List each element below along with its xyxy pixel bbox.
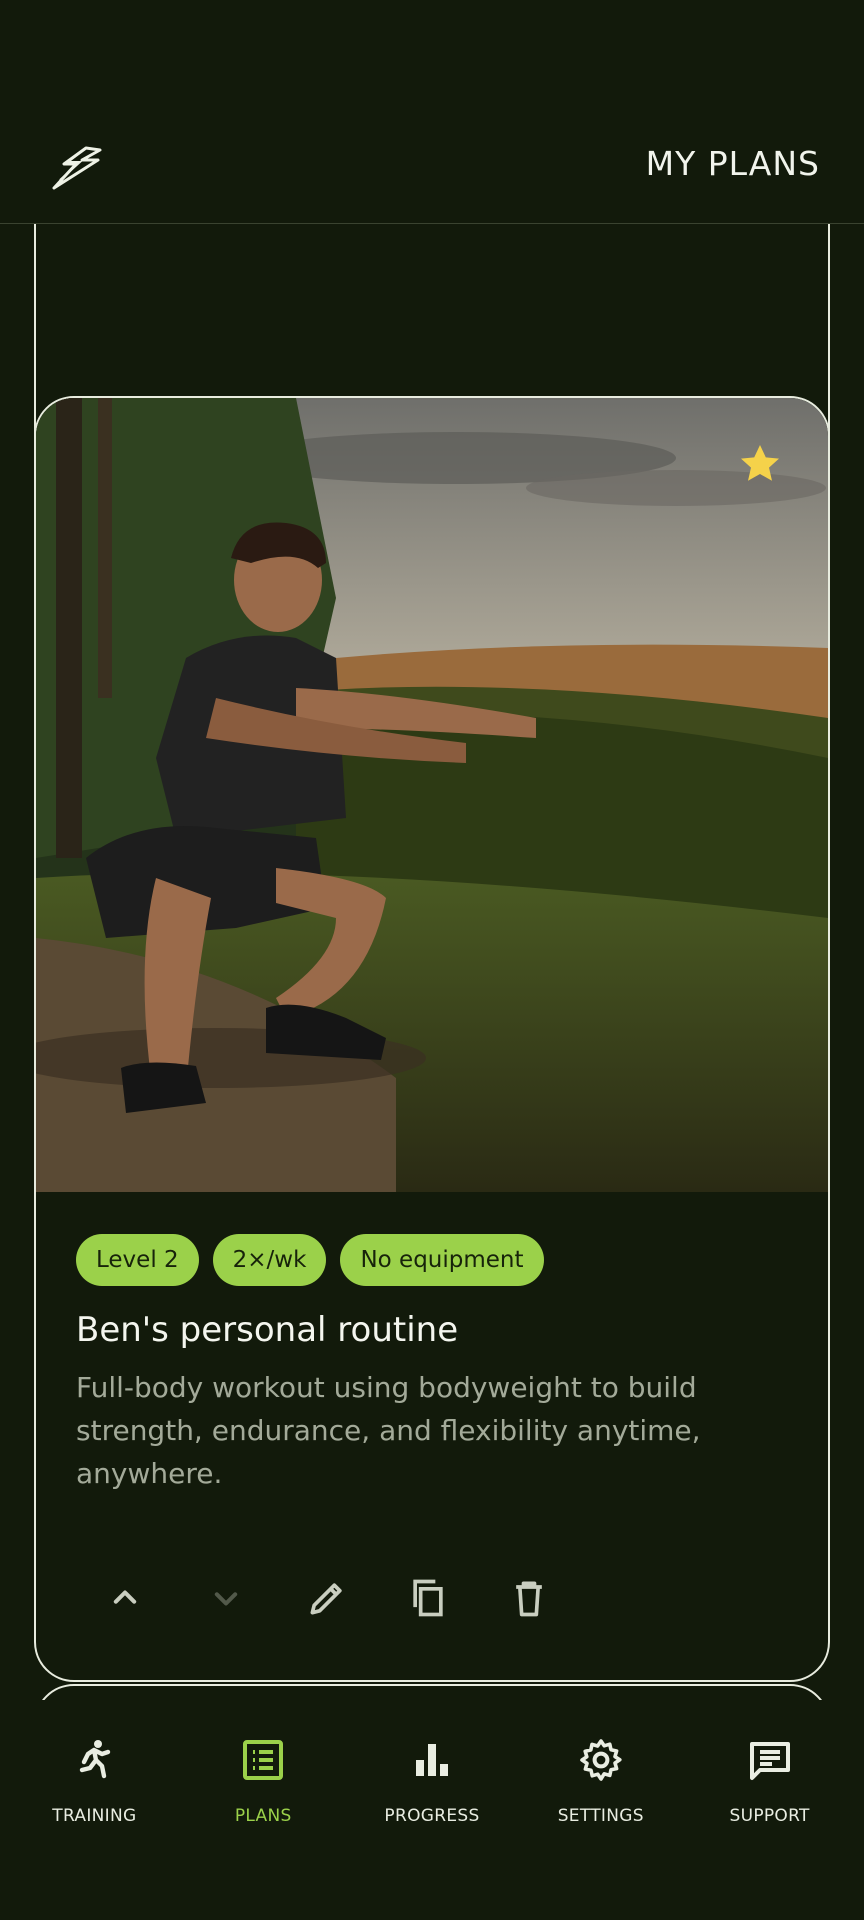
app-bar: MY PLANS [0, 0, 864, 224]
nav-support[interactable]: SUPPORT [690, 1700, 850, 1920]
star-icon[interactable] [736, 440, 784, 488]
chat-icon [749, 1742, 790, 1780]
bar-chart-icon [415, 1744, 448, 1776]
duplicate-button[interactable] [397, 1568, 458, 1628]
plan-image [36, 398, 828, 1192]
delete-button[interactable] [498, 1568, 559, 1628]
plan-card[interactable]: Level 2 2×/wk No equipment Ben's persona… [34, 396, 830, 1682]
nav-training[interactable]: TRAINING [14, 1700, 174, 1920]
trash-icon [515, 1581, 542, 1617]
move-up-button[interactable] [94, 1568, 155, 1628]
tag-chip: No equipment [340, 1234, 544, 1286]
tag-chip: 2×/wk [212, 1234, 327, 1286]
bottom-navigation: TRAINING PLANS PROGRESS SETTINGS SUPPORT [0, 1700, 864, 1920]
plan-title: Ben's personal routine [76, 1310, 459, 1350]
nav-plans[interactable]: PLANS [183, 1700, 343, 1920]
nav-label: PLANS [234, 1806, 292, 1826]
lightning-logo-icon[interactable] [50, 146, 106, 190]
copy-icon [412, 1579, 443, 1617]
list-icon [243, 1740, 284, 1780]
tag-chip: Level 2 [76, 1234, 199, 1286]
move-down-button [195, 1568, 256, 1628]
chevron-up-icon [113, 1590, 136, 1604]
running-person-icon [80, 1740, 111, 1779]
nav-progress[interactable]: PROGRESS [352, 1700, 512, 1920]
nav-label: SETTINGS [557, 1806, 644, 1826]
nav-settings[interactable]: SETTINGS [521, 1700, 681, 1920]
squat-photo [36, 398, 828, 1192]
plans-list[interactable]: Level 2 2×/wk No equipment Ben's persona… [0, 224, 864, 1700]
plan-description: Full-body workout using bodyweight to bu… [76, 1371, 701, 1490]
gear-icon [579, 1739, 622, 1781]
edit-button[interactable] [296, 1568, 357, 1628]
nav-label: PROGRESS [384, 1806, 480, 1826]
card-actions [94, 1568, 559, 1628]
chevron-down-icon [214, 1592, 237, 1606]
plan-card-next[interactable] [34, 1684, 830, 1700]
pencil-icon [310, 1583, 342, 1615]
page-title: MY PLANS [645, 144, 820, 183]
plan-tags: Level 2 2×/wk No equipment [76, 1234, 544, 1286]
nav-label: TRAINING [52, 1806, 137, 1826]
nav-label: SUPPORT [729, 1806, 810, 1826]
